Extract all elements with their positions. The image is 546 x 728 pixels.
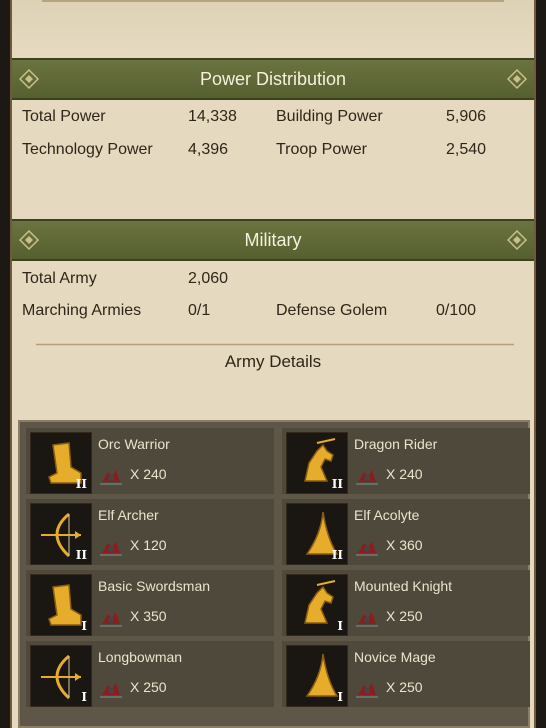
marching-armies-value: 0/1 bbox=[188, 302, 211, 319]
boot-icon: I bbox=[30, 574, 92, 636]
troop-icon bbox=[354, 606, 380, 628]
top-band bbox=[12, 0, 534, 52]
unit-count: X 360 bbox=[386, 537, 423, 553]
unit-count: X 250 bbox=[386, 679, 423, 695]
unit-rank: I bbox=[337, 690, 343, 704]
unit-card[interactable]: II Dragon Rider X 240 bbox=[282, 428, 530, 494]
troop-icon bbox=[98, 677, 124, 699]
unit-card[interactable]: I Basic Swordsman X 350 bbox=[26, 570, 274, 636]
troop-icon bbox=[98, 606, 124, 628]
unit-rank: I bbox=[81, 690, 87, 704]
unit-rank: II bbox=[75, 477, 87, 491]
technology-power-value: 4,396 bbox=[188, 141, 229, 158]
stats-window: Power Distribution Total Power 14,338 Bu… bbox=[10, 0, 536, 728]
military-header: Military bbox=[12, 219, 534, 261]
boot-icon: II bbox=[30, 432, 92, 494]
troop-icon bbox=[98, 535, 124, 557]
section-divider bbox=[36, 343, 514, 346]
unit-name: Orc Warrior bbox=[98, 436, 170, 452]
horse-icon: I bbox=[286, 574, 348, 636]
unit-rank: II bbox=[331, 477, 343, 491]
unit-count: X 350 bbox=[130, 608, 167, 624]
unit-count: X 250 bbox=[386, 608, 423, 624]
unit-count: X 250 bbox=[130, 679, 167, 695]
unit-card[interactable]: I Mounted Knight X 250 bbox=[282, 570, 530, 636]
mage-hat-icon: I bbox=[286, 645, 348, 707]
defense-golem-label: Defense Golem bbox=[276, 302, 388, 319]
troop-icon bbox=[354, 464, 380, 486]
unit-rank: I bbox=[81, 619, 87, 633]
ornament-icon bbox=[506, 68, 528, 90]
troop-icon bbox=[98, 464, 124, 486]
ornament-icon bbox=[506, 229, 528, 251]
unit-count: X 240 bbox=[130, 466, 167, 482]
ornament-icon bbox=[18, 229, 40, 251]
troop-icon bbox=[354, 677, 380, 699]
total-army-label: Total Army bbox=[22, 270, 97, 287]
power-distribution-header: Power Distribution bbox=[12, 58, 534, 100]
unit-name: Novice Mage bbox=[354, 649, 436, 665]
army-details-panel: II Orc Warrior X 240 II Dragon Rider X 240 II E… bbox=[18, 420, 530, 728]
total-power-label: Total Power bbox=[22, 108, 106, 125]
building-power-value: 5,906 bbox=[446, 108, 487, 125]
top-divider bbox=[42, 0, 504, 2]
unit-rank: I bbox=[337, 619, 343, 633]
technology-power-label: Technology Power bbox=[22, 141, 153, 158]
unit-card[interactable]: I Novice Mage X 250 bbox=[282, 641, 530, 707]
ornament-icon bbox=[18, 68, 40, 90]
unit-name: Longbowman bbox=[98, 649, 183, 665]
troop-power-label: Troop Power bbox=[276, 141, 367, 158]
army-details-title: Army Details bbox=[224, 352, 322, 371]
marching-armies-label: Marching Armies bbox=[22, 302, 142, 319]
total-army-value: 2,060 bbox=[188, 270, 229, 287]
unit-rank: II bbox=[75, 548, 87, 562]
unit-name: Dragon Rider bbox=[354, 436, 438, 452]
troop-icon bbox=[354, 535, 380, 557]
unit-card[interactable]: I Longbowman X 250 bbox=[26, 641, 274, 707]
troop-power-value: 2,540 bbox=[446, 141, 487, 158]
building-power-label: Building Power bbox=[276, 108, 383, 125]
bow-icon: II bbox=[30, 503, 92, 565]
military-title: Military bbox=[244, 229, 302, 250]
unit-card[interactable]: II Orc Warrior X 240 bbox=[26, 428, 274, 494]
defense-golem-value: 0/100 bbox=[436, 302, 477, 319]
unit-count: X 240 bbox=[386, 466, 423, 482]
unit-card[interactable]: II Elf Archer X 120 bbox=[26, 499, 274, 565]
bow-icon: I bbox=[30, 645, 92, 707]
total-power-value: 14,338 bbox=[188, 108, 237, 125]
horse-icon: II bbox=[286, 432, 348, 494]
unit-name: Basic Swordsman bbox=[98, 578, 211, 594]
unit-name: Elf Archer bbox=[98, 507, 159, 523]
power-distribution-title: Power Distribution bbox=[199, 68, 347, 89]
mage-hat-icon: II bbox=[286, 503, 348, 565]
unit-count: X 120 bbox=[130, 537, 167, 553]
unit-name: Elf Acolyte bbox=[354, 507, 420, 523]
unit-card[interactable]: II Elf Acolyte X 360 bbox=[282, 499, 530, 565]
unit-name: Mounted Knight bbox=[354, 578, 453, 594]
unit-rank: II bbox=[331, 548, 343, 562]
